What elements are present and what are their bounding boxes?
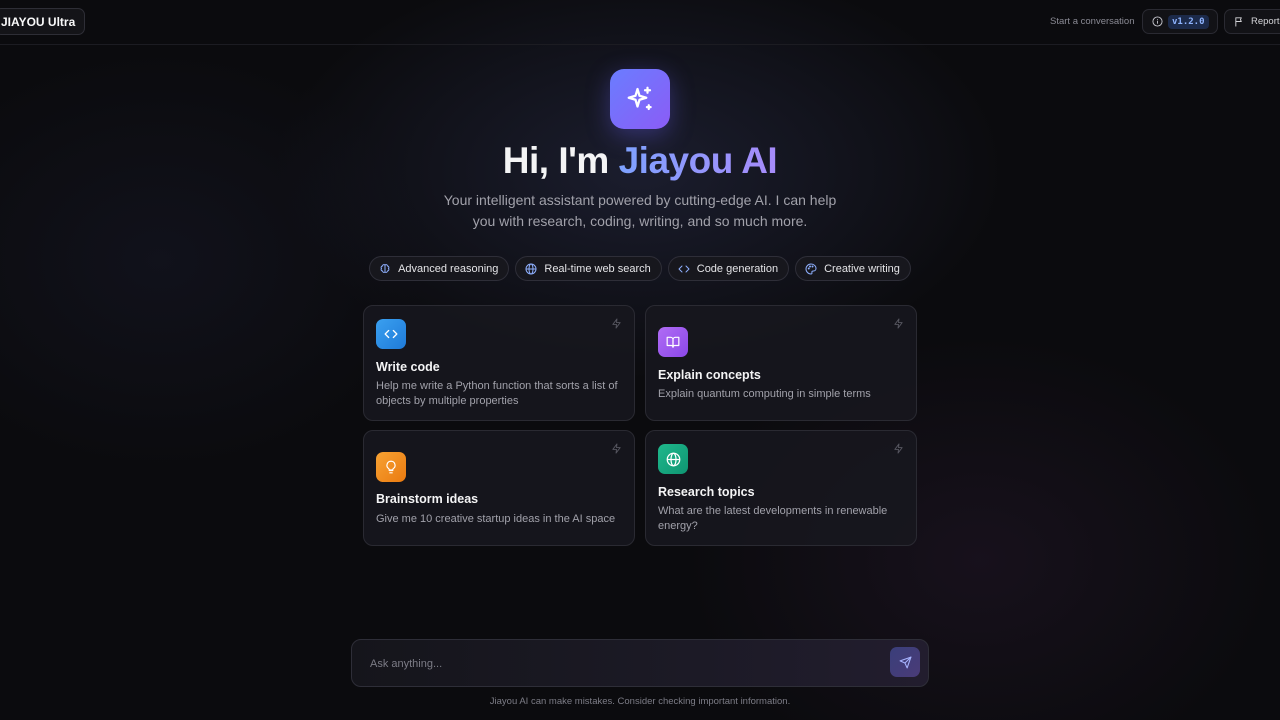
- brand-button[interactable]: JIAYOU Ultra: [0, 8, 86, 35]
- globe-icon: [525, 263, 537, 274]
- code-icon: [678, 265, 690, 272]
- send-button[interactable]: [890, 647, 920, 677]
- hero-title-prefix: Hi, I'm: [502, 140, 619, 181]
- hero-title: Hi, I'm Jiayou AI: [0, 140, 1280, 182]
- chip-label: Real-time web search: [544, 262, 651, 275]
- lightbulb-icon: [376, 452, 406, 482]
- code-icon: [376, 319, 406, 349]
- card-title: Research topics: [658, 485, 755, 499]
- version-button[interactable]: v1.2.0: [1142, 9, 1218, 34]
- bolt-icon: [612, 443, 621, 454]
- card-description: Explain quantum computing in simple term…: [658, 388, 871, 400]
- suggestion-card-write-code[interactable]: Write code Help me write a Python functi…: [363, 305, 635, 421]
- message-composer: [351, 639, 929, 687]
- card-description: What are the latest developments in rene…: [658, 505, 888, 532]
- top-bar: JIAYOU Ultra Start a conversation v1.2.0…: [0, 0, 1280, 45]
- suggestion-card-brainstorm[interactable]: Brainstorm ideas Give me 10 creative sta…: [363, 430, 635, 546]
- card-description: Give me 10 creative startup ideas in the…: [376, 513, 616, 525]
- chip-label: Code generation: [696, 262, 779, 275]
- palette-icon: [805, 262, 817, 275]
- report-button[interactable]: Report: [1224, 9, 1280, 34]
- version-badge: v1.2.0: [1168, 14, 1209, 29]
- ask-input[interactable]: [370, 654, 870, 674]
- capability-chips: Advanced reasoning Real-time web search …: [0, 256, 1280, 281]
- bolt-icon: [894, 443, 903, 454]
- card-title: Write code: [376, 360, 440, 374]
- chip-code-generation[interactable]: Code generation: [667, 256, 790, 281]
- card-title: Explain concepts: [658, 368, 761, 382]
- globe-icon: [658, 444, 688, 474]
- card-description: Help me write a Python function that sor…: [376, 380, 618, 407]
- flag-icon: [1235, 17, 1242, 27]
- book-icon: [658, 327, 688, 357]
- sparkles-icon: [610, 69, 670, 129]
- suggestion-card-explain-concepts[interactable]: Explain concepts Explain quantum computi…: [645, 305, 917, 421]
- brain-icon: [380, 263, 390, 273]
- disclaimer-text: Jiayou AI can make mistakes. Consider ch…: [489, 696, 791, 707]
- bolt-icon: [894, 318, 903, 329]
- chip-label: Creative writing: [824, 262, 900, 275]
- card-title: Brainstorm ideas: [376, 492, 479, 506]
- hero-subtitle: Your intelligent assistant powered by cu…: [443, 192, 837, 229]
- start-conversation-link[interactable]: Start a conversation: [1050, 16, 1135, 27]
- bolt-icon: [612, 318, 621, 329]
- chip-label: Advanced reasoning: [398, 262, 499, 275]
- chip-web-search[interactable]: Real-time web search: [515, 256, 662, 281]
- chip-creative-writing[interactable]: Creative writing: [795, 256, 911, 281]
- chip-advanced-reasoning[interactable]: Advanced reasoning: [369, 256, 510, 281]
- report-label: Report: [1251, 16, 1280, 27]
- send-icon: [899, 656, 911, 668]
- suggestion-card-research[interactable]: Research topics What are the latest deve…: [645, 430, 917, 546]
- info-icon: [1152, 16, 1163, 27]
- hero-title-accent: Jiayou AI: [618, 140, 778, 181]
